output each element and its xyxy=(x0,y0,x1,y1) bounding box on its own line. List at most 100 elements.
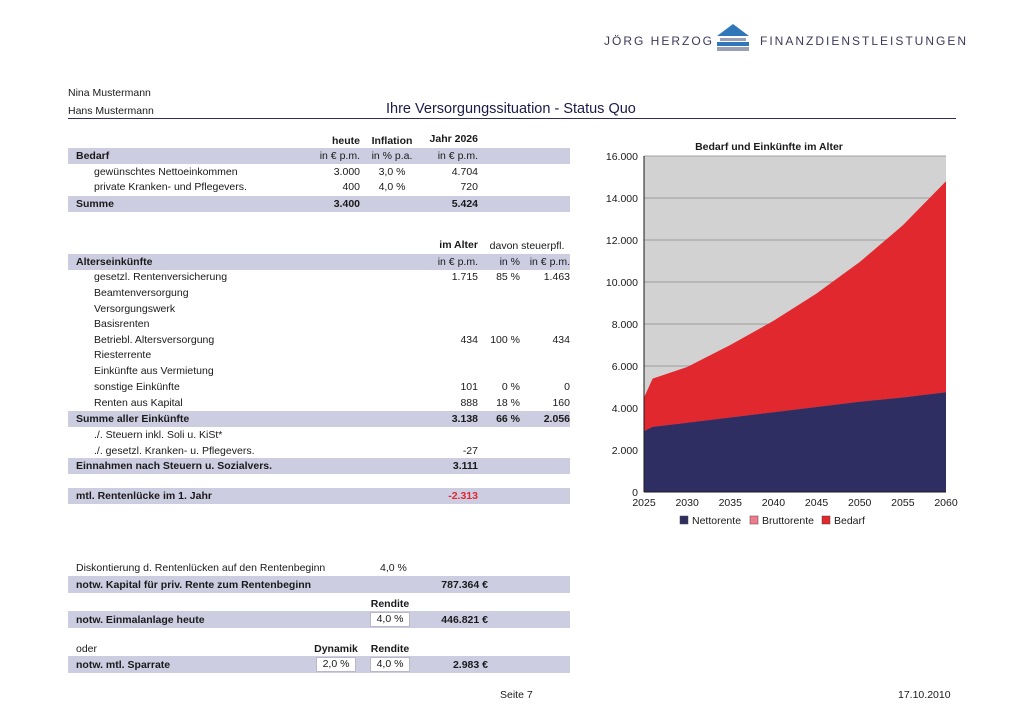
einkuenfte-row-label: Versorgungswerk xyxy=(94,303,176,315)
einkuenfte-unit-steuer: in € p.m. xyxy=(529,256,570,268)
legend-swatch-bedarf xyxy=(821,515,831,525)
bedarf-sum-heute: 3.400 xyxy=(333,198,360,210)
col-head-steuerpfl: davon steuerpfl. xyxy=(489,240,565,252)
x-tick-label: 2035 xyxy=(719,497,743,509)
y-tick-label: 6.000 xyxy=(612,361,638,373)
oder-label: oder xyxy=(76,643,98,655)
x-tick-label: 2040 xyxy=(762,497,786,509)
legend-swatch-nettorente xyxy=(679,515,689,525)
einkuenfte-row-steuer: 1.463 xyxy=(543,271,570,283)
einkuenfte-sum-pct: 66 % xyxy=(496,413,520,425)
area-chart: Bedarf und Einkünfte im Alter 02.0004.00… xyxy=(606,141,958,527)
rendite-head-2: Rendite xyxy=(370,643,410,655)
einkuenfte-row-pct: 0 % xyxy=(501,381,520,393)
einkuenfte-row-steuer: 0 xyxy=(564,381,570,393)
spar-dynamik-field[interactable]: 2,0 % xyxy=(316,657,356,672)
diskont-label: Diskontierung d. Rentenlücken auf den Re… xyxy=(76,562,326,574)
legend-label-bedarf: Bedarf xyxy=(834,515,865,527)
x-tick-label: 2060 xyxy=(934,497,958,509)
x-tick-label: 2050 xyxy=(848,497,872,509)
einmal-label: notw. Einmalanlage heute xyxy=(76,614,205,626)
dynamik-head: Dynamik xyxy=(314,643,358,655)
legend-label-bruttorente: Bruttorente xyxy=(762,515,814,527)
page-title: Ihre Versorgungssituation - Status Quo xyxy=(386,101,636,117)
bedarf-sum-label: Summe xyxy=(76,198,114,210)
gap-value: -2.313 xyxy=(448,490,478,502)
einkuenfte-row-label: sonstige Einkünfte xyxy=(94,381,180,393)
einkuenfte-row-pct: 100 % xyxy=(490,334,520,346)
einkuenfte-sum-steuer: 2.056 xyxy=(543,413,570,425)
kapital-label: notw. Kapital für priv. Rente zum Renten… xyxy=(76,579,312,591)
bedarf-unit-jahr: in € p.m. xyxy=(437,150,478,162)
einkuenfte-row-alter: 101 xyxy=(460,381,478,393)
x-tick-label: 2025 xyxy=(632,497,656,509)
einkuenfte-sum-alter: 3.138 xyxy=(451,413,478,425)
einkuenfte-row-label: Beamtenversorgung xyxy=(94,287,189,299)
bedarf-unit-heute: in € p.m. xyxy=(319,150,360,162)
legend-swatch-bruttorente xyxy=(749,515,759,525)
footer-date: 17.10.2010 xyxy=(898,689,951,701)
bedarf-row-jahr: 720 xyxy=(460,181,478,193)
spar-label: notw. mtl. Sparrate xyxy=(76,659,171,671)
bedarf-row-inflation: 4,0 % xyxy=(378,181,406,193)
x-tick-label: 2045 xyxy=(805,497,829,509)
bedarf-row-heute: 400 xyxy=(342,181,360,193)
einkuenfte-row-pct: 85 % xyxy=(496,271,520,283)
deduction-value: -27 xyxy=(462,445,478,457)
col-head-inflation: Inflation xyxy=(371,135,413,147)
x-tick-label: 2055 xyxy=(891,497,915,509)
deduction-label: ./. Steuern inkl. Soli u. KiSt* xyxy=(94,429,223,441)
gap-label: mtl. Rentenlücke im 1. Jahr xyxy=(76,490,212,502)
einkuenfte-row-label: gesetzl. Rentenversicherung xyxy=(94,271,228,283)
einkuenfte-unit-alter: in € p.m. xyxy=(437,256,478,268)
einkuenfte-row-steuer: 434 xyxy=(552,334,570,346)
net-value: 3.111 xyxy=(452,460,478,472)
einkuenfte-row-label: Riesterrente xyxy=(94,349,152,361)
col-head-im-alter: im Alter xyxy=(439,239,478,251)
einkuenfte-row-alter: 434 xyxy=(460,334,478,346)
einkuenfte-row-label: Betriebl. Altersversorgung xyxy=(94,334,215,346)
kapital-value: 787.364 € xyxy=(441,579,488,591)
y-tick-label: 4.000 xyxy=(612,403,638,415)
y-tick-label: 14.000 xyxy=(606,193,638,205)
y-tick-label: 2.000 xyxy=(612,445,638,457)
einkuenfte-row-alter: 888 xyxy=(460,397,478,409)
chart-title: Bedarf und Einkünfte im Alter xyxy=(695,141,843,153)
spar-rendite-field[interactable]: 4,0 % xyxy=(370,657,410,672)
einkuenfte-row-alter: 1.715 xyxy=(451,271,478,283)
bedarf-section-label: Bedarf xyxy=(76,150,110,162)
bedarf-unit-inflation: in % p.a. xyxy=(371,150,413,162)
bedarf-row-label: gewünschtes Nettoeinkommen xyxy=(94,166,238,178)
title-rule xyxy=(68,118,956,119)
x-tick-label: 2030 xyxy=(675,497,699,509)
einkuenfte-row-pct: 18 % xyxy=(496,397,520,409)
y-tick-label: 10.000 xyxy=(606,277,638,289)
spar-value: 2.983 € xyxy=(452,659,488,671)
bedarf-row-jahr: 4.704 xyxy=(451,166,478,178)
einkuenfte-section-label: Alterseinkünfte xyxy=(76,256,153,268)
bedarf-sum-jahr: 5.424 xyxy=(451,198,478,210)
einmal-value: 446.821 € xyxy=(441,614,488,626)
company-name-left: JÖRG HERZOG xyxy=(604,34,715,48)
company-name-right: FINANZDIENSTLEISTUNGEN xyxy=(760,34,969,48)
einkuenfte-row-steuer: 160 xyxy=(552,397,570,409)
rendite-head: Rendite xyxy=(370,598,410,610)
bedarf-row-label: private Kranken- und Pflegevers. xyxy=(94,181,247,193)
company-logo xyxy=(717,24,749,51)
diskont-value: 4,0 % xyxy=(380,562,407,574)
page-number: Seite 7 xyxy=(500,689,533,701)
einkuenfte-row-label: Renten aus Kapital xyxy=(94,397,183,409)
einmal-rendite-field[interactable]: 4,0 % xyxy=(370,612,410,627)
y-tick-label: 12.000 xyxy=(606,235,638,247)
einkuenfte-row-label: Einkünfte aus Vermietung xyxy=(94,365,214,377)
client-name-1: Nina Mustermann xyxy=(68,87,151,99)
col-head-jahr: Jahr 2026 xyxy=(429,133,478,145)
einkuenfte-row-label: Basisrenten xyxy=(94,318,150,330)
col-head-heute: heute xyxy=(331,135,360,147)
client-name-2: Hans Mustermann xyxy=(68,105,154,117)
bedarf-row-inflation: 3,0 % xyxy=(378,166,406,178)
net-label: Einnahmen nach Steuern u. Sozialvers. xyxy=(76,460,273,472)
einkuenfte-sum-label: Summe aller Einkünfte xyxy=(76,413,190,425)
bedarf-row-heute: 3.000 xyxy=(333,166,360,178)
einkuenfte-unit-pct: in % xyxy=(499,256,520,268)
